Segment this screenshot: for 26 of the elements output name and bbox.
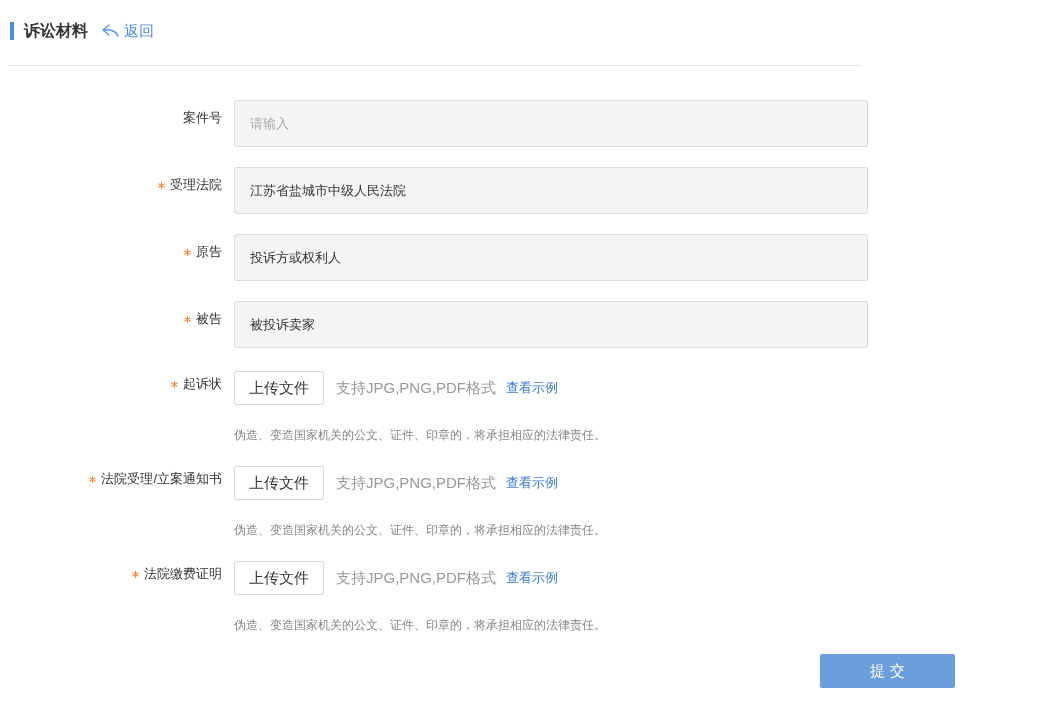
format-hint: 支持JPG,PNG,PDF格式: [336, 473, 496, 493]
example-link[interactable]: 查看示例: [506, 474, 558, 492]
reply-arrow-icon: [102, 24, 120, 38]
field-label: 被告: [196, 310, 222, 328]
warning-text: 伪造、变造国家机关的公文、证件、印章的，将承担相应的法律责任。: [234, 427, 606, 444]
upload-button[interactable]: 上传文件: [234, 561, 324, 595]
upload-button[interactable]: 上传文件: [234, 466, 324, 500]
input-field[interactable]: 江苏省盐城市中级人民法院: [234, 167, 868, 214]
field-label: 起诉状: [183, 375, 222, 393]
page-title: 诉讼材料: [24, 22, 88, 40]
field-label: 原告: [196, 243, 222, 261]
input-field[interactable]: 投诉方或权利人: [234, 234, 868, 281]
accent-bar: [10, 22, 14, 40]
warning-text: 伪造、变造国家机关的公文、证件、印章的，将承担相应的法律责任。: [234, 617, 606, 634]
field-label: 受理法院: [170, 176, 222, 194]
example-link[interactable]: 查看示例: [506, 569, 558, 587]
input-field[interactable]: 被投诉卖家: [234, 301, 868, 348]
field-label: 法院缴费证明: [144, 565, 222, 583]
upload-button[interactable]: 上传文件: [234, 371, 324, 405]
example-link[interactable]: 查看示例: [506, 379, 558, 397]
field-label: 法院受理/立案通知书: [101, 470, 222, 488]
format-hint: 支持JPG,PNG,PDF格式: [336, 378, 496, 398]
warning-text: 伪造、变造国家机关的公文、证件、印章的，将承担相应的法律责任。: [234, 522, 606, 539]
field-label: 案件号: [183, 109, 222, 127]
format-hint: 支持JPG,PNG,PDF格式: [336, 568, 496, 588]
input-field[interactable]: 请输入: [234, 100, 868, 147]
